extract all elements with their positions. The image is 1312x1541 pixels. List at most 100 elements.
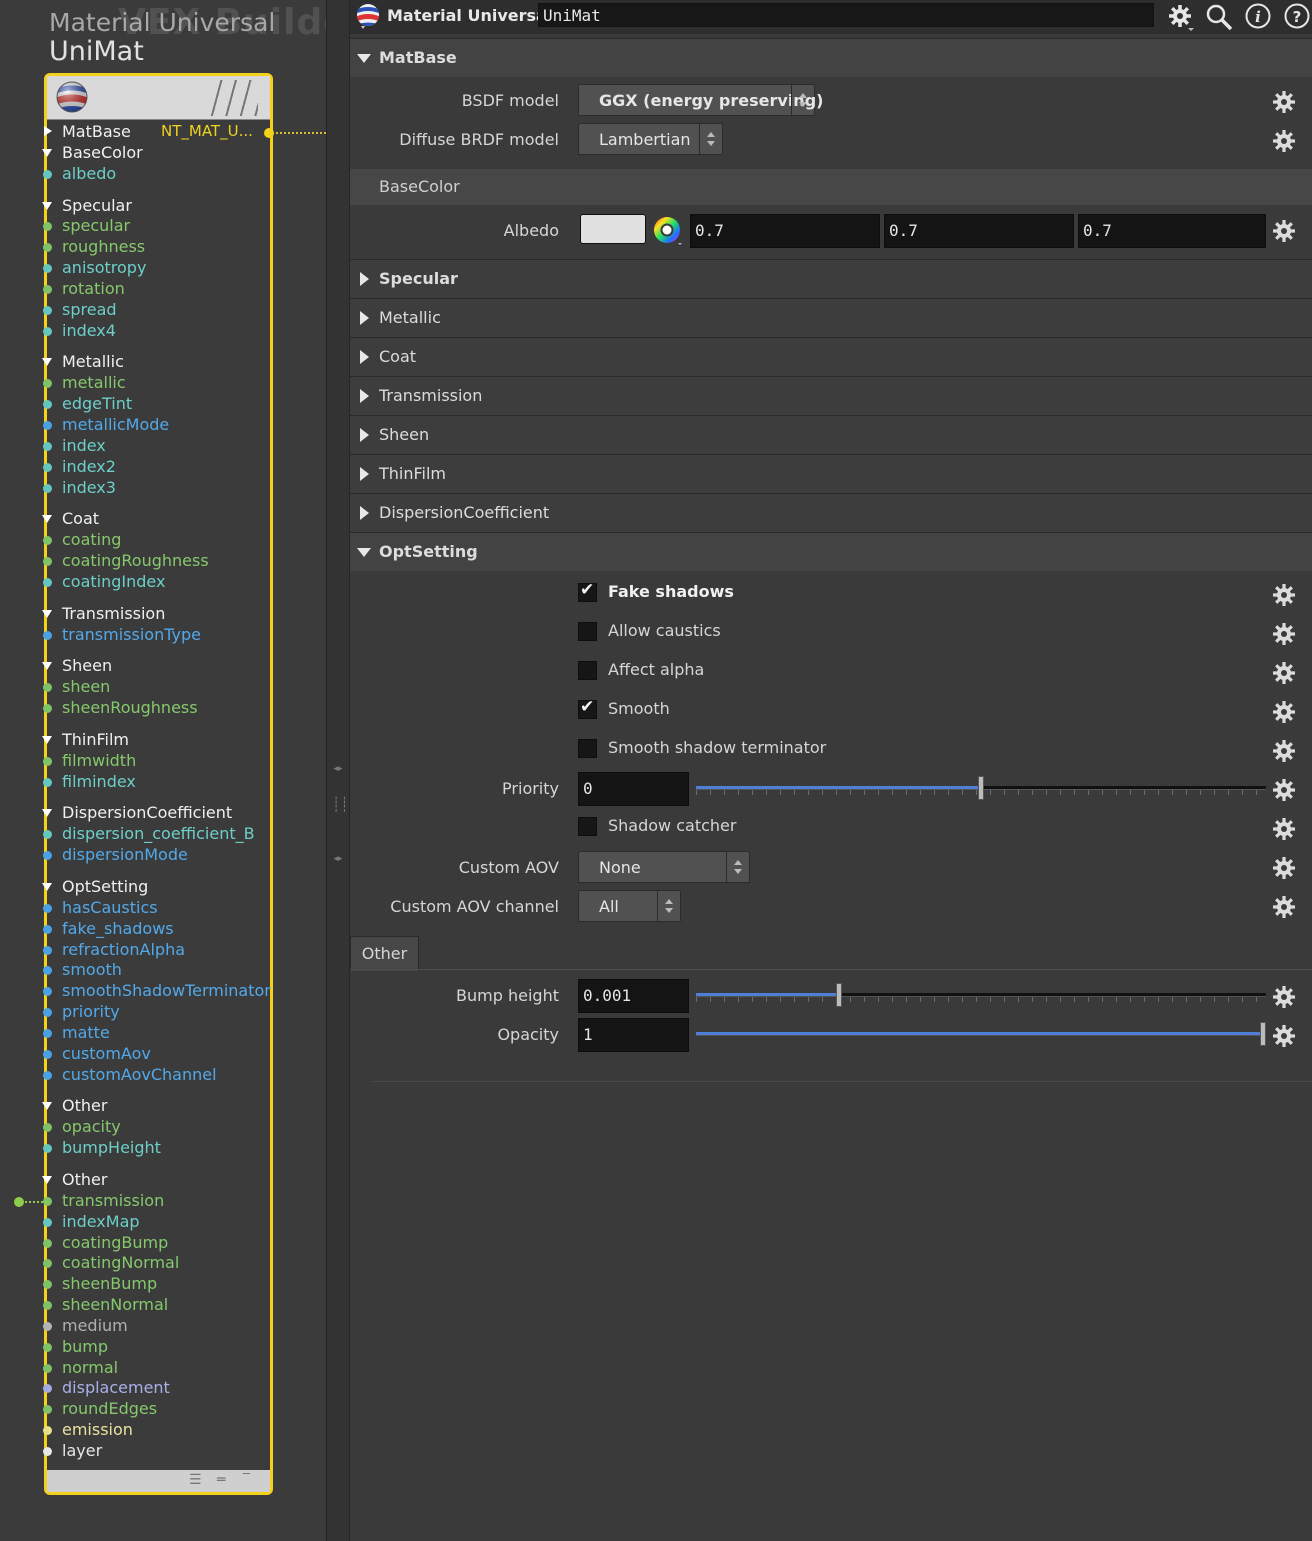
output-wire[interactable] xyxy=(276,132,326,134)
gear-icon[interactable] xyxy=(1270,893,1298,921)
section-sheen[interactable]: Sheen xyxy=(350,415,1312,454)
input-port[interactable]: priority xyxy=(43,1002,307,1023)
port-group[interactable]: Sheen xyxy=(42,656,307,677)
input-port[interactable]: smoothShadowTerminator xyxy=(43,981,307,1002)
input-port[interactable]: filmwidth xyxy=(43,751,307,772)
port-connector[interactable] xyxy=(43,851,52,861)
input-port[interactable]: smooth xyxy=(43,960,307,981)
input-port[interactable]: roughness xyxy=(43,237,307,258)
pane-divider[interactable]: ◂▸ ┊┊ ◂▸ xyxy=(326,0,350,1541)
albedo-b-field[interactable]: 0.7 xyxy=(1078,214,1266,248)
input-port[interactable]: index2 xyxy=(43,457,307,478)
input-port[interactable]: dispersion_coefficient_B xyxy=(43,824,307,845)
input-port[interactable]: roundEdges xyxy=(43,1399,307,1420)
input-port[interactable]: fake_shadows xyxy=(43,919,307,940)
port-connector[interactable] xyxy=(43,483,52,493)
port-connector[interactable] xyxy=(43,756,52,766)
port-group[interactable]: BaseColor xyxy=(42,143,307,164)
gear-icon[interactable] xyxy=(1270,854,1298,882)
gear-icon[interactable] xyxy=(1270,698,1298,726)
port-group[interactable]: Other xyxy=(42,1096,307,1117)
opacity-field[interactable]: 1 xyxy=(578,1018,689,1052)
port-group[interactable]: DispersionCoefficient xyxy=(42,803,307,824)
opacity-slider[interactable] xyxy=(696,1022,1266,1046)
port-connector[interactable] xyxy=(43,326,52,336)
port-connector[interactable] xyxy=(43,1384,52,1394)
port-connector[interactable] xyxy=(43,1280,52,1290)
input-port[interactable]: index xyxy=(43,436,307,457)
port-connector[interactable] xyxy=(43,1238,52,1248)
input-port[interactable]: normal xyxy=(43,1358,307,1379)
input-port[interactable]: customAovChannel xyxy=(43,1065,307,1086)
input-port[interactable]: sheenBump xyxy=(43,1274,307,1295)
input-port[interactable]: customAov xyxy=(43,1044,307,1065)
port-group[interactable]: Specular xyxy=(42,196,307,217)
input-port[interactable]: metallic xyxy=(43,373,307,394)
input-port[interactable]: transmissionType xyxy=(43,625,307,646)
input-port[interactable]: metallicMode xyxy=(43,415,307,436)
smooth-checkbox[interactable] xyxy=(578,697,597,719)
port-group[interactable]: Transmission xyxy=(42,604,307,625)
port-connector[interactable] xyxy=(43,284,52,294)
port-group[interactable]: Metallic xyxy=(42,352,307,373)
diffuse-brdf-menu[interactable]: Lambertian xyxy=(578,123,723,155)
port-connector[interactable] xyxy=(43,1144,52,1154)
input-port[interactable]: specular xyxy=(43,216,307,237)
port-connector[interactable] xyxy=(43,1028,52,1038)
custom-aov-channel-menu[interactable]: All xyxy=(578,890,681,922)
gear-icon[interactable] xyxy=(1270,776,1298,804)
input-port[interactable]: rotation xyxy=(43,279,307,300)
port-connector[interactable] xyxy=(43,536,52,546)
output-port-connector[interactable] xyxy=(264,128,274,138)
port-connector[interactable] xyxy=(43,441,52,451)
albedo-color-swatch[interactable] xyxy=(580,214,646,244)
gear-icon[interactable] xyxy=(1270,127,1298,155)
albedo-g-field[interactable]: 0.7 xyxy=(884,214,1074,248)
port-connector[interactable] xyxy=(43,1405,52,1415)
input-port[interactable]: sheenRoughness xyxy=(43,698,307,719)
section-dispersion[interactable]: DispersionCoefficient xyxy=(350,493,1312,532)
affect-alpha-checkbox[interactable] xyxy=(578,661,597,680)
slider-handle[interactable] xyxy=(978,776,984,800)
info-icon[interactable]: i xyxy=(1243,2,1273,32)
collapse-arrows-icon[interactable]: ◂▸ xyxy=(332,854,344,864)
priority-field[interactable]: 0 xyxy=(578,772,689,806)
help-icon[interactable]: ? xyxy=(1282,2,1312,32)
collapse-arrows-icon[interactable]: ◂▸ xyxy=(332,764,344,774)
slider-handle[interactable] xyxy=(1260,1022,1266,1046)
shadow-catcher-checkbox[interactable] xyxy=(578,817,597,836)
fake-shadows-checkbox[interactable] xyxy=(578,580,597,602)
smooth-shadow-terminator-checkbox[interactable] xyxy=(578,739,597,758)
port-connector[interactable] xyxy=(43,924,52,934)
bump-height-slider[interactable] xyxy=(696,983,1266,1007)
slider-handle[interactable] xyxy=(835,983,842,1007)
port-connector[interactable] xyxy=(43,1070,52,1080)
section-coat[interactable]: Coat xyxy=(350,337,1312,376)
node-header-flags[interactable] xyxy=(208,80,258,116)
port-connector[interactable] xyxy=(43,1426,52,1436)
port-connector[interactable] xyxy=(43,1008,52,1018)
port-connector[interactable] xyxy=(43,379,52,389)
input-port[interactable]: bumpHeight xyxy=(43,1138,307,1159)
port-connector[interactable] xyxy=(43,1321,52,1331)
gear-icon[interactable] xyxy=(1270,659,1298,687)
port-connector[interactable] xyxy=(43,1363,52,1373)
port-group[interactable]: ThinFilm xyxy=(42,730,307,751)
port-connector[interactable] xyxy=(43,1301,52,1311)
section-transmission[interactable]: Transmission xyxy=(350,376,1312,415)
material-ball-icon[interactable] xyxy=(355,3,381,29)
port-connector[interactable] xyxy=(43,400,52,410)
section-matbase[interactable]: MatBase xyxy=(350,38,1312,77)
input-port[interactable]: albedo xyxy=(43,164,307,185)
input-port[interactable]: coatingRoughness xyxy=(43,551,307,572)
gear-icon[interactable] xyxy=(1270,983,1298,1011)
port-connector[interactable] xyxy=(43,1123,52,1133)
input-port[interactable]: matte xyxy=(43,1023,307,1044)
gear-icon[interactable] xyxy=(1165,2,1195,32)
section-thinfilm[interactable]: ThinFilm xyxy=(350,454,1312,493)
port-group[interactable]: Other xyxy=(42,1170,307,1191)
gear-icon[interactable] xyxy=(1270,581,1298,609)
input-port[interactable]: medium xyxy=(43,1316,307,1337)
input-wire-connector[interactable] xyxy=(14,1197,24,1207)
section-optsetting[interactable]: OptSetting xyxy=(350,532,1312,571)
